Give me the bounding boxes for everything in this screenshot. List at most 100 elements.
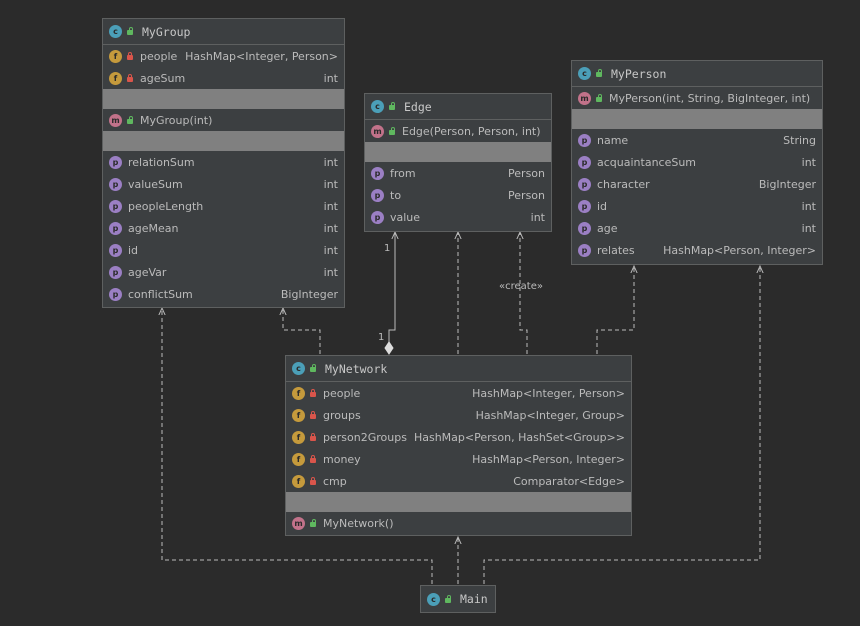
member-type: Comparator<Edge> — [513, 474, 625, 488]
property-icon: p — [578, 221, 591, 235]
property-icon: p — [109, 177, 122, 191]
section-separator — [103, 89, 344, 109]
member-row[interactable]: f person2Groups HashMap<Person, HashSet<Gr… — [286, 426, 631, 448]
member-row[interactable]: p character BigInteger — [572, 173, 822, 195]
member-type: int — [323, 177, 338, 191]
class-header[interactable]: c Edge — [365, 94, 551, 120]
member-row[interactable]: p ageVar int — [103, 261, 344, 283]
member-row[interactable]: m MyNetwork() — [286, 512, 631, 534]
member-row[interactable]: p conflictSum BigInteger — [103, 283, 344, 305]
member-name: to — [390, 188, 402, 202]
member-row[interactable]: m MyPerson(int, String, BigInteger, int) — [572, 87, 822, 109]
class-myperson[interactable]: c MyPerson m MyPerson(int, String, BigInt… — [571, 60, 823, 265]
member-type: int — [323, 199, 338, 213]
class-header[interactable]: c Main — [421, 586, 495, 612]
member-row[interactable]: m MyGroup(int) — [103, 109, 344, 131]
private-lock-icon — [309, 410, 317, 420]
dependency-mynetwork-myperson[interactable] — [596, 266, 634, 354]
member-name: value — [390, 210, 421, 224]
dependency-mynetwork-edge-create[interactable] — [520, 232, 528, 354]
member-row[interactable]: f people HashMap<Integer, Person> — [286, 382, 631, 404]
member-type: int — [323, 221, 338, 235]
member-row[interactable]: p value int — [365, 206, 551, 228]
class-mygroup[interactable]: c MyGroup f people HashMap<Integer, Person… — [102, 18, 345, 308]
member-row[interactable]: p from Person — [365, 162, 551, 184]
class-icon: c — [578, 67, 591, 80]
member-type: int — [801, 155, 816, 169]
property-icon: p — [109, 265, 122, 279]
section-separator — [286, 492, 631, 512]
member-row[interactable]: p relates HashMap<Person, Integer> — [572, 239, 822, 261]
member-row[interactable]: p valueSum int — [103, 173, 344, 195]
class-title: Edge — [404, 99, 432, 114]
member-type: int — [323, 243, 338, 257]
property-icon: p — [578, 155, 591, 169]
member-row[interactable]: f money HashMap<Person, Integer> — [286, 448, 631, 470]
field-icon: f — [292, 386, 305, 400]
member-row[interactable]: p ageMean int — [103, 217, 344, 239]
member-name: relationSum — [128, 155, 195, 169]
member-row[interactable]: p id int — [103, 239, 344, 261]
member-type: Person — [508, 188, 545, 202]
field-icon: f — [292, 408, 305, 422]
public-visibility-icon — [388, 126, 396, 136]
field-section: f people HashMap<Integer, Person> f groups Ha… — [286, 382, 631, 492]
member-row[interactable]: p age int — [572, 217, 822, 239]
member-row[interactable]: p id int — [572, 195, 822, 217]
member-name: conflictSum — [128, 287, 193, 301]
method-section: m MyNetwork() — [286, 512, 631, 534]
class-main[interactable]: c Main — [420, 585, 496, 613]
member-row[interactable]: f ageSum int — [103, 67, 344, 89]
method-icon: m — [371, 124, 384, 138]
property-icon: p — [578, 199, 591, 213]
dependency-mynetwork-mygroup[interactable] — [283, 308, 321, 354]
field-icon: f — [292, 430, 305, 444]
property-icon: p — [109, 221, 122, 235]
private-lock-icon — [309, 388, 317, 398]
method-icon: m — [292, 516, 305, 530]
member-row[interactable]: p to Person — [365, 184, 551, 206]
property-icon: p — [371, 188, 384, 202]
member-row[interactable]: f groups HashMap<Integer, Group> — [286, 404, 631, 426]
member-row[interactable]: p name String — [572, 129, 822, 151]
member-name: MyGroup(int) — [140, 113, 213, 127]
class-edge[interactable]: c Edge m Edge(Person, Person, int) p from P… — [364, 93, 552, 232]
member-row[interactable]: p peopleLength int — [103, 195, 344, 217]
field-icon: f — [109, 71, 122, 85]
class-header[interactable]: c MyNetwork — [286, 356, 631, 382]
section-separator — [572, 109, 822, 129]
field-icon: f — [109, 49, 122, 63]
member-type: int — [323, 265, 338, 279]
member-name: groups — [323, 408, 361, 422]
member-row[interactable]: f cmp Comparator<Edge> — [286, 470, 631, 492]
class-title: MyNetwork — [325, 361, 388, 376]
method-icon: m — [109, 113, 122, 127]
method-section: m MyGroup(int) — [103, 109, 344, 131]
private-lock-icon — [309, 432, 317, 442]
member-row[interactable]: m Edge(Person, Person, int) — [365, 120, 551, 142]
property-section: p relationSum int p valueSum int p peopleLength… — [103, 151, 344, 305]
member-name: person2Groups — [323, 430, 407, 444]
member-name: cmp — [323, 474, 347, 488]
composition-diamond — [384, 341, 394, 355]
multiplicity-network-end: 1 — [378, 332, 385, 343]
public-visibility-icon — [309, 518, 317, 528]
member-type: HashMap<Integer, Person> — [472, 386, 625, 400]
member-name: relates — [597, 243, 635, 257]
member-row[interactable]: f people HashMap<Integer, Person> — [103, 45, 344, 67]
public-visibility-icon — [595, 69, 603, 78]
member-name: ageMean — [128, 221, 179, 235]
member-type: Person — [508, 166, 545, 180]
member-type: int — [323, 155, 338, 169]
member-name: money — [323, 452, 361, 466]
member-name: people — [323, 386, 361, 400]
member-row[interactable]: p relationSum int — [103, 151, 344, 173]
class-header[interactable]: c MyPerson — [572, 61, 822, 87]
member-name: ageVar — [128, 265, 167, 279]
member-type: HashMap<Person, Integer> — [663, 243, 816, 257]
public-visibility-icon — [444, 594, 452, 604]
class-header[interactable]: c MyGroup — [103, 19, 344, 45]
member-row[interactable]: p acquaintanceSum int — [572, 151, 822, 173]
class-mynetwork[interactable]: c MyNetwork f people HashMap<Integer, Pers… — [285, 355, 632, 536]
multiplicity-edge-end: 1 — [384, 243, 391, 254]
